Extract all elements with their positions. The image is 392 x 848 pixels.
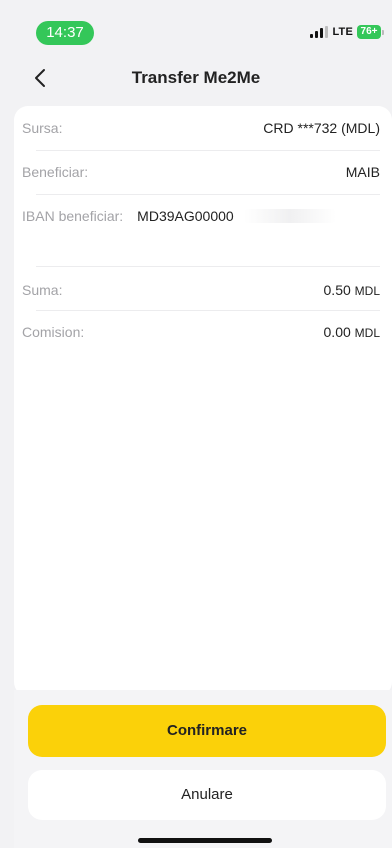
detail-row-comision: Comision: 0.00 MDL — [22, 324, 380, 340]
sursa-label: Sursa: — [22, 120, 63, 136]
beneficiar-value: MAIB — [345, 164, 380, 180]
status-indicators: LTE 76+ — [310, 24, 384, 40]
signal-icon — [310, 26, 329, 38]
home-indicator[interactable] — [138, 838, 272, 843]
beneficiar-label: Beneficiar: — [22, 164, 89, 180]
cancel-button[interactable]: Anulare — [28, 770, 386, 820]
suma-amount: 0.50 — [323, 282, 351, 298]
status-bar: 14:37 LTE 76+ — [0, 0, 392, 52]
divider — [36, 194, 380, 195]
iban-label: IBAN beneficiar: — [22, 208, 124, 224]
comision-value: 0.00 MDL — [324, 324, 380, 340]
detail-row-iban: IBAN beneficiar: MD39AG00000 — [22, 208, 380, 224]
battery-icon: 76+ — [357, 25, 384, 39]
iban-value: MD39AG00000 — [137, 208, 234, 224]
network-label: LTE — [332, 26, 353, 38]
confirm-button[interactable]: Confirmare — [28, 705, 386, 757]
status-time: 14:37 — [36, 21, 94, 45]
sursa-value: CRD ***732 (MDL) — [263, 120, 380, 136]
iban-redacted — [243, 209, 336, 223]
divider — [36, 310, 380, 311]
transfer-details-card: Sursa: CRD ***732 (MDL) Beneficiar: MAIB… — [14, 106, 392, 696]
comision-amount: 0.00 — [323, 324, 351, 340]
nav-bar: Transfer Me2Me — [0, 60, 392, 96]
detail-row-suma: Suma: 0.50 MDL — [22, 282, 380, 298]
divider — [36, 266, 380, 267]
comision-label: Comision: — [22, 324, 85, 340]
detail-row-sursa: Sursa: CRD ***732 (MDL) — [22, 120, 380, 136]
comision-currency: MDL — [354, 326, 380, 340]
page-title: Transfer Me2Me — [131, 68, 261, 87]
battery-level: 76+ — [357, 25, 381, 39]
detail-row-beneficiar: Beneficiar: MAIB — [22, 164, 380, 180]
suma-label: Suma: — [22, 282, 63, 298]
suma-currency: MDL — [354, 284, 380, 298]
divider — [36, 150, 380, 151]
suma-value: 0.50 MDL — [324, 282, 380, 298]
